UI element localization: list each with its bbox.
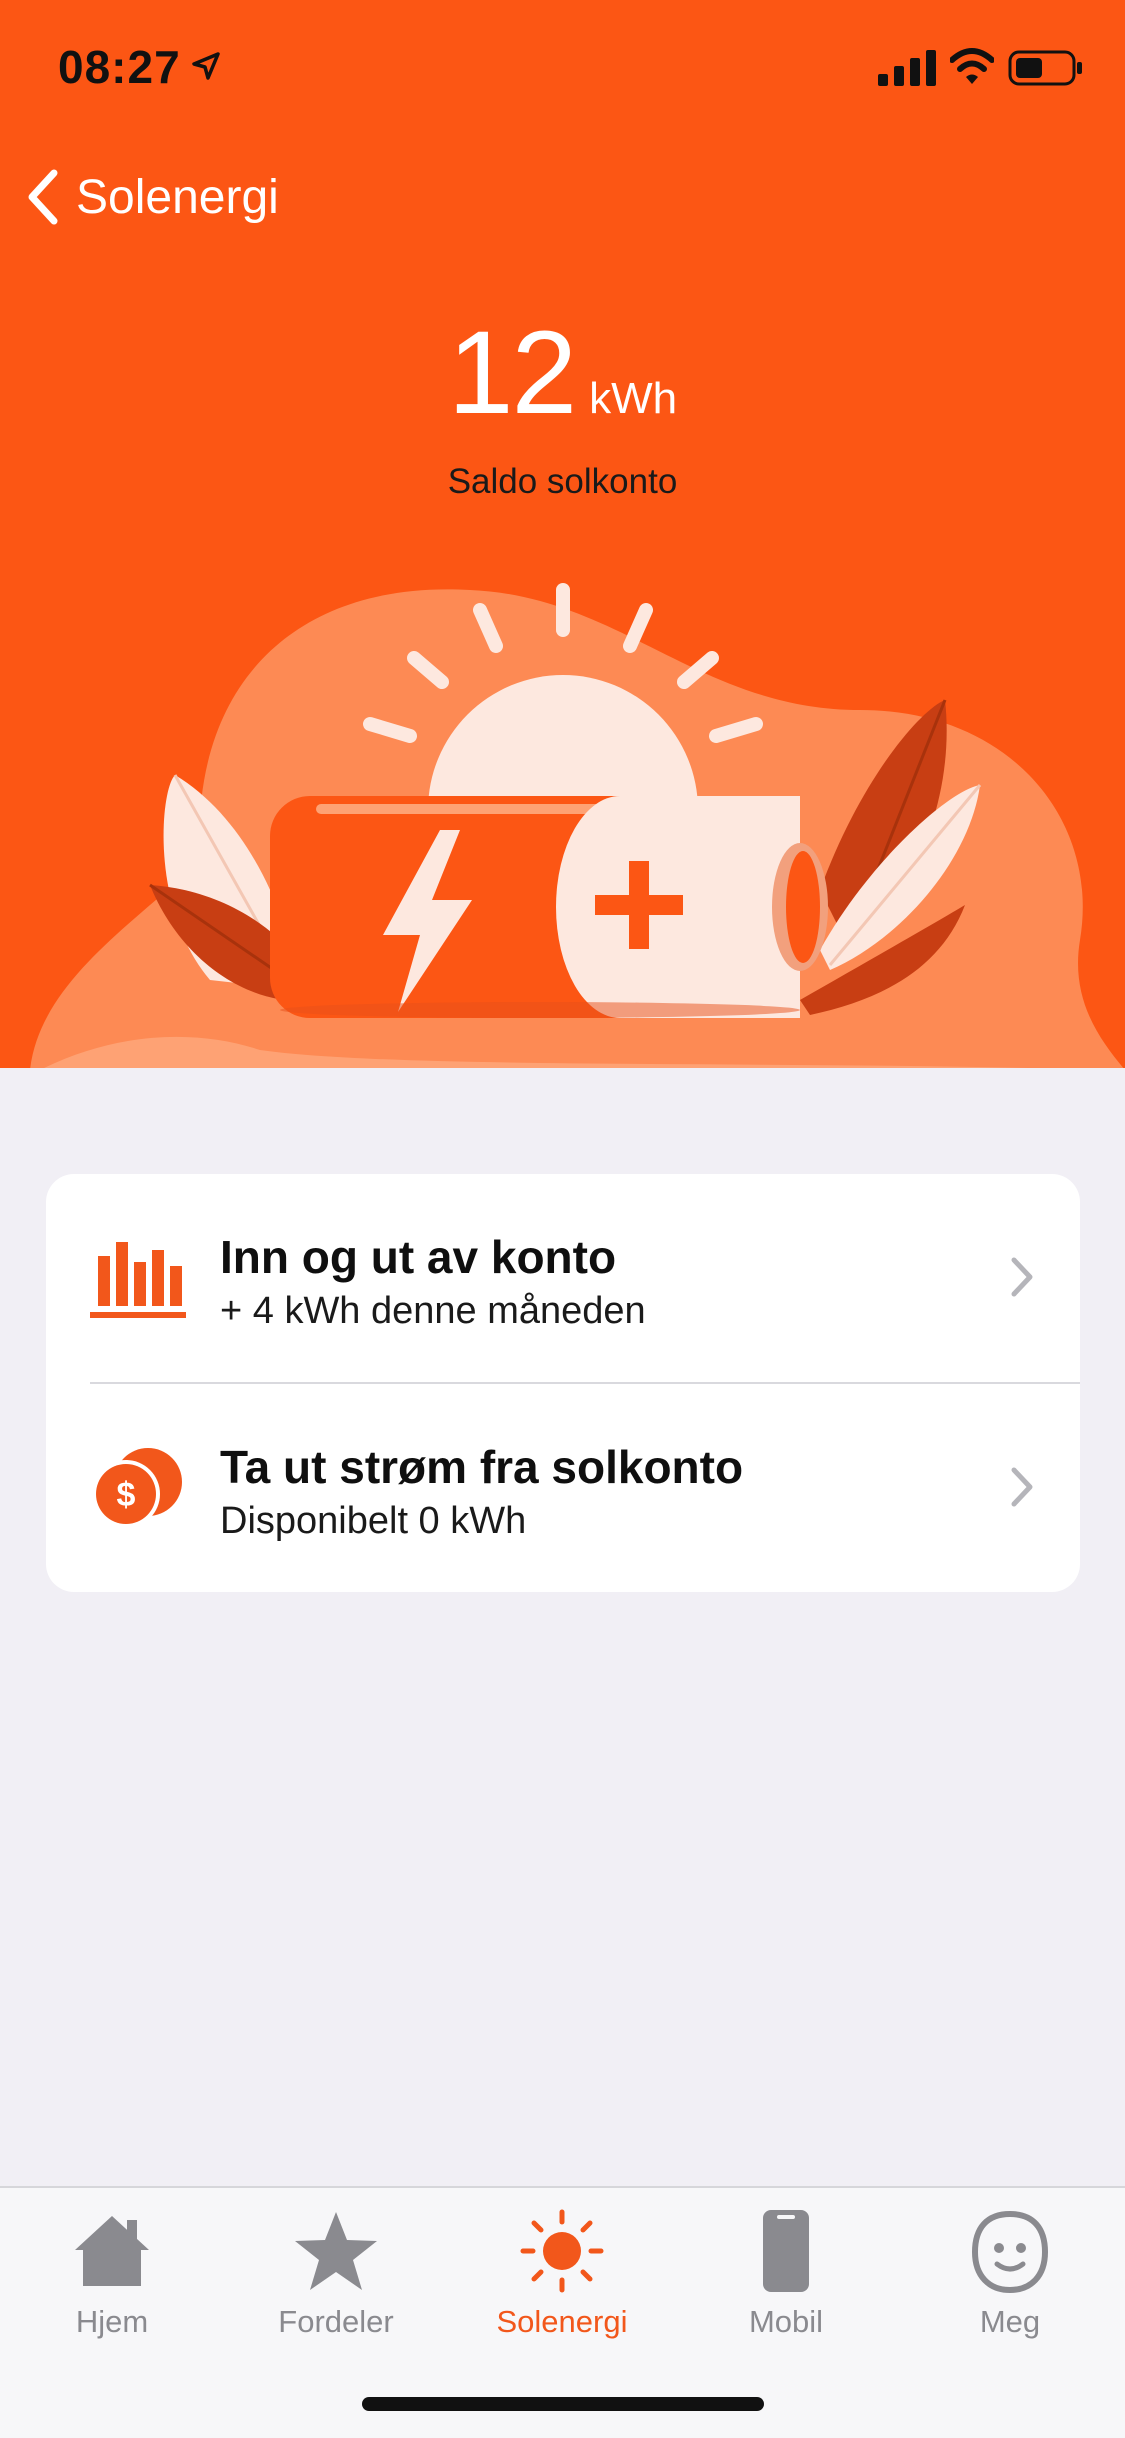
solar-account-card: Inn og ut av konto + 4 kWh denne måneden… — [46, 1174, 1080, 1592]
star-icon — [295, 2212, 377, 2290]
tab-label: Solenergi — [496, 2304, 628, 2339]
battery-icon — [1008, 50, 1082, 86]
home-icon — [75, 2216, 149, 2286]
wifi-icon — [950, 48, 994, 84]
back-label: Solenergi — [76, 170, 279, 224]
tab-mobil[interactable]: Mobil — [686, 2208, 886, 2348]
row-title: Inn og ut av konto — [220, 1231, 617, 1283]
tab-solenergi[interactable]: Solenergi — [462, 2208, 662, 2348]
tab-label: Hjem — [75, 2304, 149, 2339]
sun-icon — [520, 2209, 604, 2293]
balance-unit: kWh — [589, 374, 678, 423]
row-subtitle: Disponibelt 0 kWh — [220, 1500, 527, 1542]
tab-hjem[interactable]: Hjem — [12, 2208, 212, 2348]
status-bar: 08:27 — [0, 0, 1125, 140]
phone-icon — [763, 2210, 809, 2292]
home-indicator[interactable] — [362, 2397, 764, 2411]
tab-label: Fordeler — [278, 2304, 394, 2339]
list-item-account-history[interactable]: Inn og ut av konto + 4 kWh denne måneden — [46, 1174, 1080, 1382]
list-item-withdraw-power[interactable]: $ Ta ut strøm fra solkonto Disponibelt 0… — [46, 1384, 1080, 1592]
chevron-left-icon — [28, 169, 58, 225]
back-button[interactable]: Solenergi — [26, 162, 279, 232]
face-icon — [971, 2210, 1049, 2294]
chevron-right-icon — [1011, 1467, 1033, 1507]
tab-label: Mobil — [748, 2304, 824, 2339]
balance-display: 12 kWh — [0, 305, 1125, 441]
balance-caption: Saldo solkonto — [447, 462, 678, 501]
location-arrow-icon — [192, 52, 220, 80]
coin-exchange-icon: $ — [92, 1448, 182, 1528]
tab-meg[interactable]: Meg — [910, 2208, 1110, 2348]
svg-text:$: $ — [117, 1476, 136, 1514]
row-subtitle: + 4 kWh denne måneden — [220, 1290, 646, 1332]
hero-header: 08:27 Solenergi 12 kWh Saldo solkonto — [0, 0, 1125, 1068]
bar-chart-icon — [90, 1242, 186, 1318]
tab-fordeler[interactable]: Fordeler — [236, 2208, 436, 2348]
tab-label: Meg — [979, 2304, 1041, 2339]
cellular-signal-icon — [878, 50, 936, 86]
row-title: Ta ut strøm fra solkonto — [220, 1441, 744, 1493]
chevron-right-icon — [1011, 1257, 1033, 1297]
status-time: 08:27 — [58, 41, 181, 93]
balance-value: 12 — [447, 307, 577, 439]
solar-battery-illustration — [30, 583, 1124, 1068]
